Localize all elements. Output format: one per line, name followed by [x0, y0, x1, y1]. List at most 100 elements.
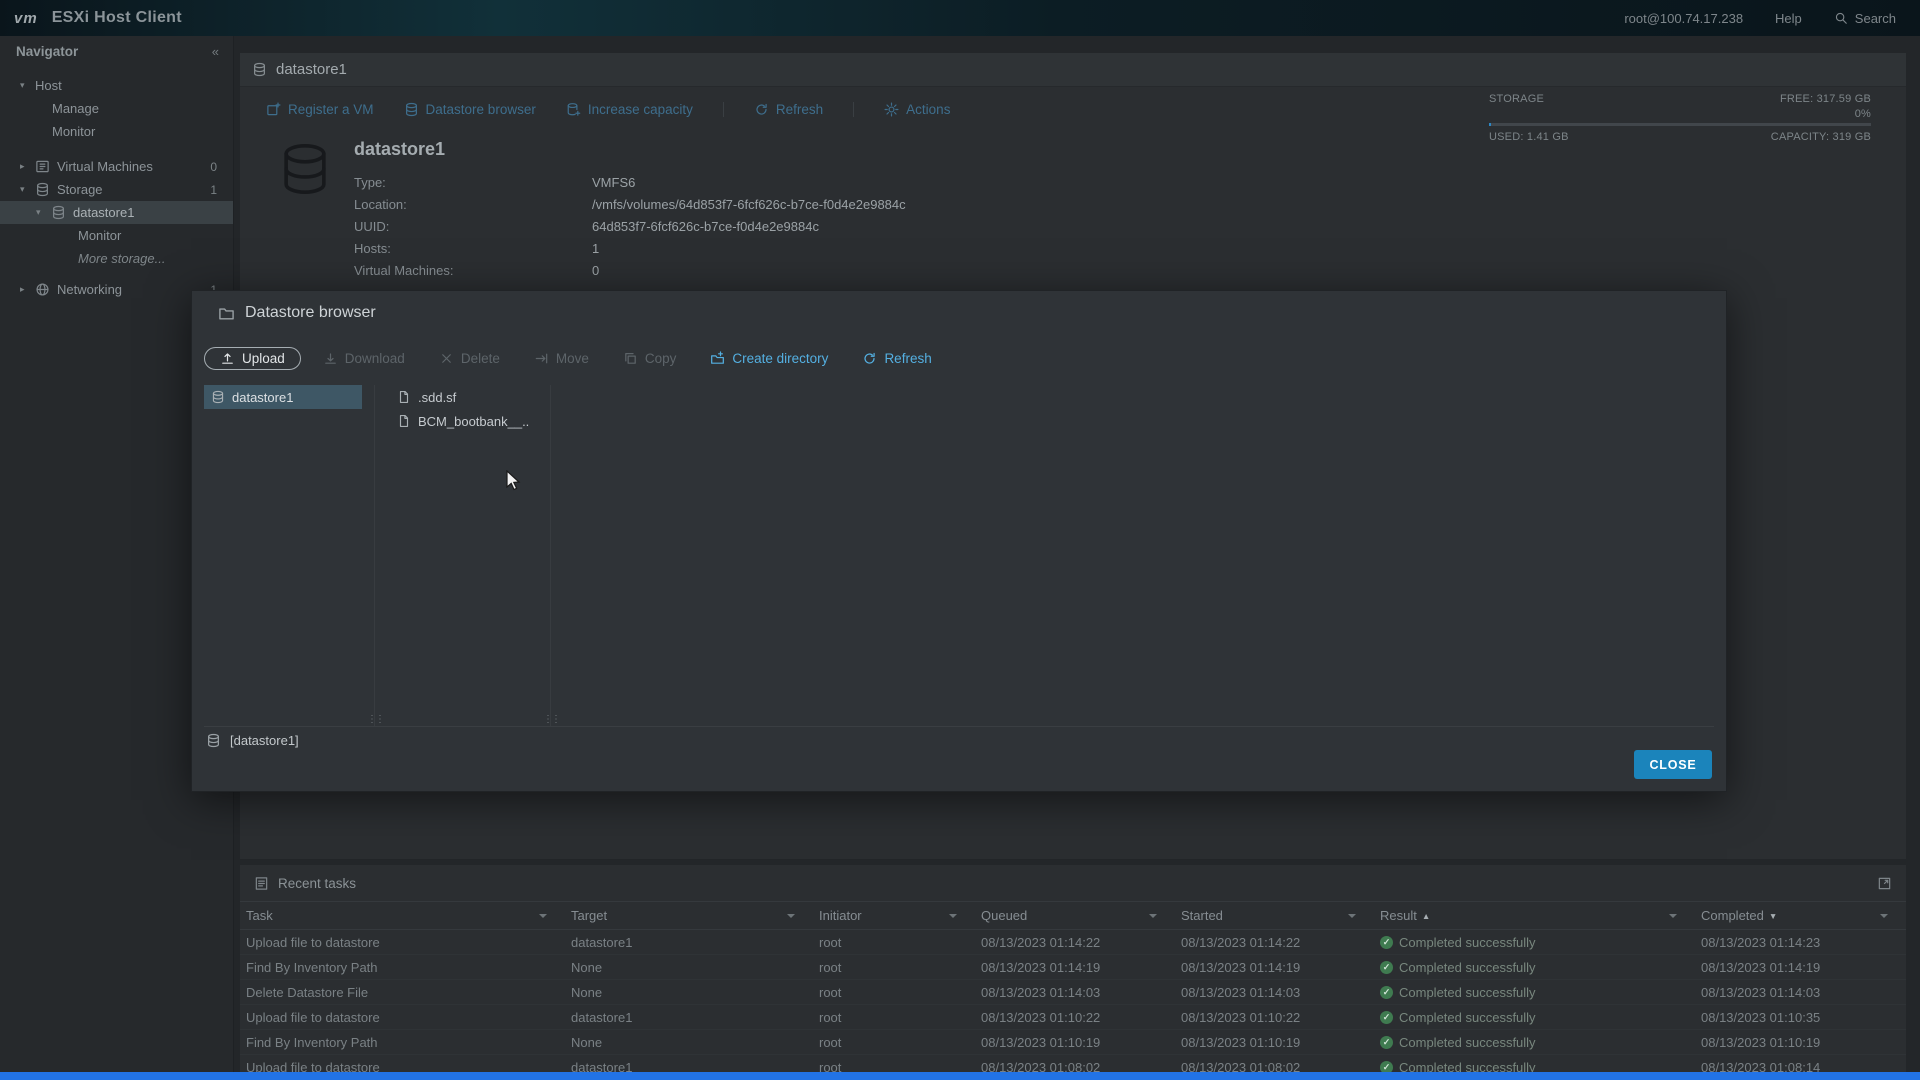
- result-text: Completed successfully: [1399, 1059, 1536, 1073]
- page-title-bar: datastore1: [240, 53, 1906, 87]
- file-icon: [397, 414, 411, 428]
- column-label: Task: [246, 908, 273, 923]
- cell-target: None: [571, 959, 603, 975]
- success-icon: [1380, 985, 1393, 999]
- file-browser: datastore1 .sdd.sf BCM_bootbank__..: [204, 385, 1714, 727]
- button-label: Create directory: [732, 350, 829, 366]
- storage-used: USED: 1.41 GB: [1489, 131, 1569, 143]
- datastore-list-item[interactable]: datastore1: [204, 385, 362, 409]
- column-resize-handle[interactable]: [367, 714, 383, 725]
- storage-icon: [35, 182, 50, 197]
- detail-value: 1: [592, 241, 600, 256]
- button-label: Increase capacity: [587, 101, 693, 117]
- top-bar: vm ESXi Host Client root@100.74.17.238 H…: [0, 0, 1920, 36]
- download-button: Download: [311, 347, 417, 370]
- help-link[interactable]: Help: [1775, 11, 1802, 26]
- search-label: Search: [1854, 10, 1896, 26]
- refresh-icon: [754, 102, 769, 117]
- task-row[interactable]: Find By Inventory Path None root 08/13/2…: [240, 1030, 1906, 1055]
- new-folder-icon: [710, 351, 725, 366]
- sidebar-item-label: Monitor: [52, 124, 96, 139]
- datastore-icon: [211, 390, 225, 404]
- cell-queued: 08/13/2023 01:10:19: [981, 1034, 1101, 1050]
- filter-caret-icon[interactable]: [539, 913, 547, 918]
- sidebar-item-datastore1[interactable]: datastore1: [0, 201, 233, 224]
- register-vm-button[interactable]: Register a VM: [266, 102, 374, 117]
- filter-caret-icon[interactable]: [949, 913, 957, 918]
- filter-caret-icon[interactable]: [1149, 913, 1157, 918]
- cell-queued: 08/13/2023 01:14:22: [981, 934, 1101, 950]
- filter-caret-icon[interactable]: [787, 913, 795, 918]
- column-header-initiator[interactable]: Initiator: [813, 902, 975, 929]
- register-vm-icon: [266, 102, 281, 117]
- result-text: Completed successfully: [1399, 934, 1536, 950]
- user-menu[interactable]: root@100.74.17.238: [1624, 11, 1743, 26]
- chevron-down-icon[interactable]: [20, 80, 35, 91]
- refresh-button[interactable]: Refresh: [850, 347, 943, 370]
- datastore-browser-button[interactable]: Datastore browser: [404, 102, 536, 117]
- task-row[interactable]: Upload file to datastore datastore1 root…: [240, 930, 1906, 955]
- filter-caret-icon[interactable]: [1669, 913, 1677, 918]
- datastore-icon: [206, 733, 221, 748]
- cell-initiator: root: [819, 934, 842, 950]
- column-header-queued[interactable]: Queued: [975, 902, 1175, 929]
- actions-button[interactable]: Actions: [884, 102, 950, 117]
- increase-capacity-button[interactable]: Increase capacity: [566, 102, 693, 117]
- task-row[interactable]: Upload file to datastore datastore1 root…: [240, 1005, 1906, 1030]
- chevron-right-icon[interactable]: [20, 161, 35, 172]
- close-button[interactable]: CLOSE: [1634, 750, 1712, 779]
- sidebar-item-virtual-machines[interactable]: Virtual Machines 0: [0, 155, 233, 178]
- file-item[interactable]: .sdd.sf: [390, 385, 542, 409]
- app-title: ESXi Host Client: [51, 9, 182, 26]
- collapse-sidebar-icon[interactable]: [212, 44, 219, 59]
- cell-started: 08/13/2023 01:08:02: [1181, 1059, 1301, 1073]
- cell-completed: 08/13/2023 01:14:03: [1701, 984, 1821, 1000]
- chevron-right-icon[interactable]: [20, 284, 35, 295]
- task-row[interactable]: Upload file to datastore datastore1 root…: [240, 1055, 1906, 1072]
- chevron-down-icon[interactable]: [36, 207, 51, 218]
- column-label: Queued: [981, 908, 1028, 923]
- column-header-started[interactable]: Started: [1175, 902, 1374, 929]
- file-column: .sdd.sf BCM_bootbank__..: [390, 385, 542, 433]
- sidebar-item-host[interactable]: Host: [0, 74, 233, 97]
- sidebar-item-monitor[interactable]: Monitor: [0, 120, 233, 143]
- upload-button[interactable]: Upload: [204, 346, 301, 370]
- sidebar-item-storage[interactable]: Storage 1: [0, 178, 233, 201]
- recent-tasks-header: Recent tasks: [240, 865, 1906, 901]
- page-title: datastore1: [276, 61, 347, 78]
- datastore-name: datastore1: [354, 139, 446, 159]
- search[interactable]: Search: [1834, 11, 1896, 26]
- task-row[interactable]: Delete Datastore File None root 08/13/20…: [240, 980, 1906, 1005]
- column-header-completed[interactable]: Completed ▼: [1695, 902, 1906, 929]
- sidebar-item-label: Monitor: [78, 228, 122, 243]
- storage-progress-fill: [1489, 123, 1491, 126]
- column-resize-handle[interactable]: [543, 714, 559, 725]
- task-row[interactable]: Find By Inventory Path None root 08/13/2…: [240, 955, 1906, 980]
- cell-result: Completed successfully: [1374, 960, 1695, 975]
- filter-caret-icon[interactable]: [1348, 913, 1356, 918]
- sidebar-item-datastore-monitor[interactable]: Monitor: [0, 224, 233, 247]
- cell-target: None: [571, 1034, 603, 1050]
- refresh-button[interactable]: Refresh: [754, 102, 823, 117]
- dialog-title: Datastore browser: [218, 304, 376, 322]
- button-label: Datastore browser: [425, 101, 536, 117]
- expand-panel-icon[interactable]: [1877, 876, 1892, 891]
- create-directory-button[interactable]: Create directory: [698, 347, 840, 370]
- success-icon: [1380, 935, 1393, 949]
- sidebar-item-more-storage[interactable]: More storage...: [0, 247, 233, 270]
- column-header-target[interactable]: Target: [565, 902, 813, 929]
- refresh-icon: [862, 351, 877, 366]
- gear-icon: [884, 102, 899, 117]
- file-item[interactable]: BCM_bootbank__..: [390, 409, 542, 433]
- chevron-down-icon[interactable]: [20, 184, 35, 195]
- cell-completed: 08/13/2023 01:08:14: [1701, 1059, 1821, 1073]
- filter-caret-icon[interactable]: [1880, 913, 1888, 918]
- cell-result: Completed successfully: [1374, 1035, 1695, 1050]
- datastore-browser-dialog: Datastore browser Upload Download Delete…: [191, 290, 1727, 792]
- sidebar-item-manage[interactable]: Manage: [0, 97, 233, 120]
- column-header-task[interactable]: Task: [240, 902, 565, 929]
- column-header-result[interactable]: Result ▲: [1374, 902, 1695, 929]
- mouse-cursor: [506, 470, 521, 491]
- result-text: Completed successfully: [1399, 1034, 1536, 1050]
- button-label: Copy: [644, 350, 677, 366]
